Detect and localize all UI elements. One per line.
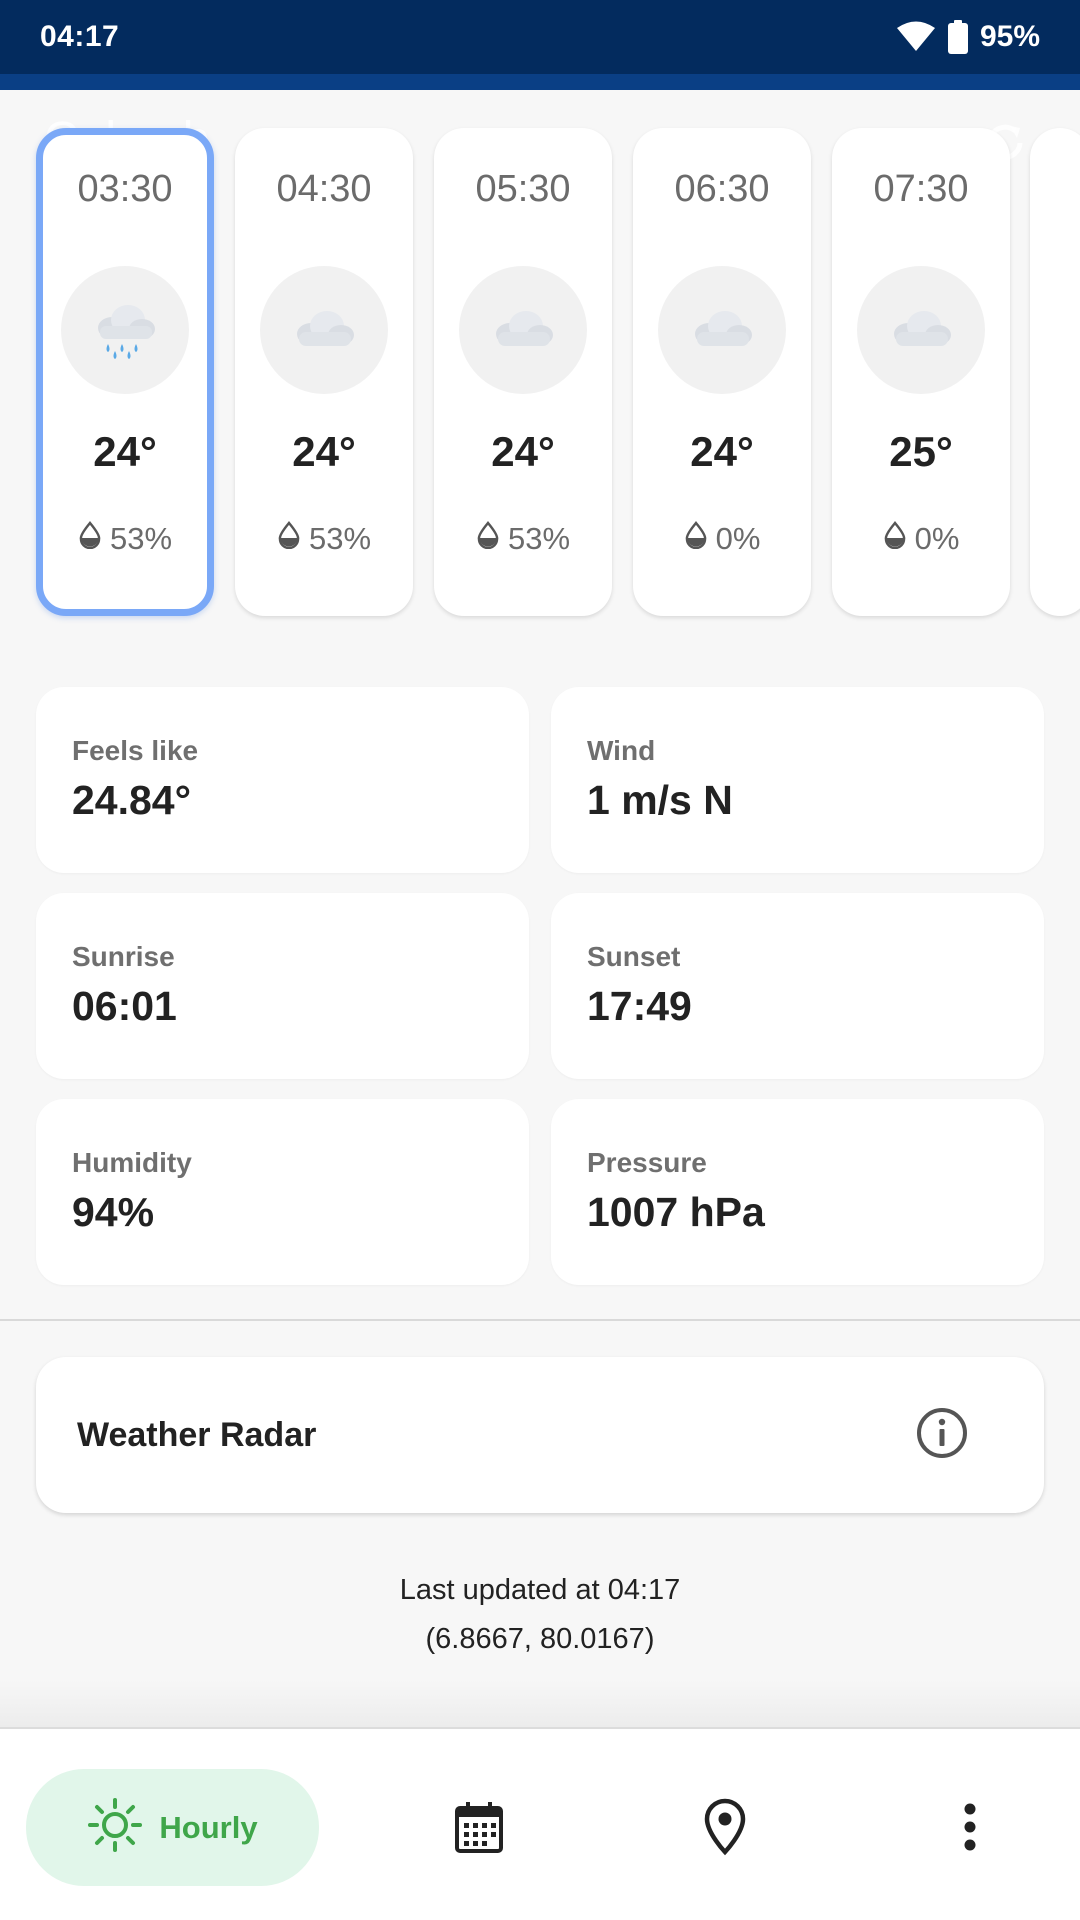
sunrise-tile: Sunrise 06:01: [36, 893, 529, 1079]
hour-card[interactable]: 04:30 24° 53%: [235, 128, 413, 616]
hour-precip: 53%: [434, 521, 612, 557]
cloud-icon: [658, 266, 786, 394]
hour-precip: 53%: [43, 521, 207, 557]
info-icon[interactable]: [916, 1407, 968, 1464]
cloud-icon: [459, 266, 587, 394]
rain-cloud-icon: [61, 266, 189, 394]
hour-time: 07:30: [873, 168, 969, 210]
sunset-tile: Sunset 17:49: [551, 893, 1044, 1079]
hour-time: 05:30: [475, 168, 571, 210]
more-vert-icon[interactable]: [932, 1789, 1008, 1865]
nav-hourly-button[interactable]: Hourly: [26, 1769, 319, 1886]
hour-precip: 0%: [633, 521, 811, 557]
bottom-navigation: Hourly: [0, 1727, 1080, 1920]
tile-label: Wind: [587, 735, 656, 766]
droplet-icon: [684, 521, 708, 557]
hour-card[interactable]: 07:30 25° 0%: [832, 128, 1010, 616]
precip-value: 0%: [914, 521, 960, 556]
status-time: 04:17: [40, 20, 120, 53]
precip-value: 53%: [308, 521, 372, 556]
app-bar-edge: [0, 74, 1080, 90]
hour-card[interactable]: 05:30 24° 53%: [434, 128, 612, 616]
last-updated-text: Last updated at 04:17: [399, 1574, 681, 1606]
location-pin-icon[interactable]: [687, 1789, 763, 1865]
nav-hourly-label: Hourly: [159, 1809, 258, 1845]
hour-time: 03:30: [77, 168, 173, 210]
droplet-icon: [78, 521, 102, 557]
calendar-icon[interactable]: [441, 1789, 517, 1865]
feels-like-tile: Feels like 24.84°: [36, 687, 529, 873]
hour-temp: 24°: [491, 428, 555, 475]
hour-temp: 24°: [93, 428, 157, 475]
tile-value: 1 m/s N: [587, 777, 733, 823]
droplet-icon: [277, 521, 301, 557]
status-icons: 95%: [896, 20, 1040, 54]
tile-value: 06:01: [72, 983, 177, 1029]
tile-value: 94%: [72, 1189, 155, 1235]
status-bar: 04:17 95%: [0, 0, 1080, 74]
hour-time: 06:30: [674, 168, 770, 210]
hour-card[interactable]: 03:30 24° 53%: [36, 128, 214, 616]
tile-label: Sunset: [587, 941, 681, 972]
battery-icon: [947, 20, 968, 54]
precip-value: 53%: [109, 521, 173, 556]
weather-radar-card[interactable]: Weather Radar: [36, 1357, 1044, 1513]
droplet-icon: [476, 521, 500, 557]
wind-tile: Wind 1 m/s N: [551, 687, 1044, 873]
hour-temp: 24°: [690, 428, 754, 475]
hourly-forecast[interactable]: Colomb 03:30 24°: [0, 90, 1080, 650]
tile-label: Pressure: [587, 1147, 707, 1178]
tile-value: 1007 hPa: [587, 1189, 765, 1235]
hour-card-partial[interactable]: [1030, 128, 1080, 616]
wifi-icon: [896, 21, 936, 53]
battery-percent: 95%: [979, 20, 1040, 53]
hour-temp: 24°: [292, 428, 356, 475]
tile-value: 24.84°: [72, 777, 191, 823]
precip-value: 53%: [507, 521, 571, 556]
droplet-icon: [883, 521, 907, 557]
cloud-icon: [857, 266, 985, 394]
pressure-tile: Pressure 1007 hPa: [551, 1099, 1044, 1285]
hour-temp: 25°: [889, 428, 953, 475]
coordinates-text: (6.8667, 80.0167): [425, 1623, 655, 1655]
section-divider: [0, 1319, 1080, 1321]
hour-precip: 0%: [832, 521, 1010, 557]
tile-label: Sunrise: [72, 941, 175, 972]
hour-precip: 53%: [235, 521, 413, 557]
tile-value: 17:49: [587, 983, 692, 1029]
scroll-fade: [0, 1680, 1080, 1728]
cloud-icon: [260, 266, 388, 394]
tile-label: Feels like: [72, 735, 199, 766]
radar-title: Weather Radar: [77, 1415, 317, 1454]
hour-card[interactable]: 06:30 24° 0%: [633, 128, 811, 616]
precip-value: 0%: [715, 521, 761, 556]
hour-time: 04:30: [276, 168, 372, 210]
sun-icon: [87, 1797, 143, 1858]
humidity-tile: Humidity 94%: [36, 1099, 529, 1285]
tile-label: Humidity: [72, 1147, 192, 1178]
